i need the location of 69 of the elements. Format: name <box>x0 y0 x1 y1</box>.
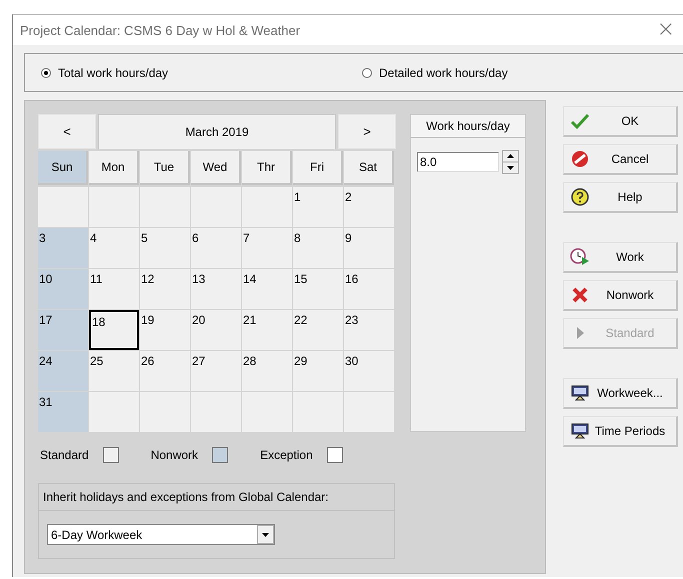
day-cell[interactable]: 14 <box>242 269 292 309</box>
day-cell[interactable]: 4 <box>89 228 139 268</box>
radio-icon[interactable] <box>41 68 51 78</box>
day-cell[interactable]: 11 <box>89 269 139 309</box>
weekday-header: Wed <box>191 151 241 185</box>
day-cell[interactable]: 15 <box>293 269 343 309</box>
day-cell[interactable]: 3 <box>38 228 88 268</box>
weekday-header: Sat <box>344 151 394 185</box>
day-cell[interactable]: 19 <box>140 310 190 350</box>
weekday-header: Fri <box>293 151 343 185</box>
day-cell[interactable]: 29 <box>293 351 343 391</box>
global-calendar-dropdown[interactable]: 6-Day Workweek <box>47 524 275 545</box>
day-cell[interactable]: 6 <box>191 228 241 268</box>
day-cell[interactable]: 13 <box>191 269 241 309</box>
work-hours-heading: Work hours/day <box>411 115 525 138</box>
inherit-label: Inherit holidays and exceptions from Global Calendar: <box>39 484 394 511</box>
radio-icon[interactable] <box>362 68 372 78</box>
cross-icon <box>570 286 590 304</box>
radio-option[interactable]: Detailed work hours/day <box>362 66 683 80</box>
day-cell[interactable]: 26 <box>140 351 190 391</box>
day-cell[interactable]: 5 <box>140 228 190 268</box>
day-cell[interactable]: 21 <box>242 310 292 350</box>
close-button[interactable]: × <box>652 20 679 40</box>
weekday-header: Thr <box>242 151 292 185</box>
day-cell[interactable]: 30 <box>344 351 394 391</box>
day-cell[interactable]: 17 <box>38 310 88 350</box>
day-cell[interactable]: 1 <box>293 187 343 227</box>
day-cell[interactable]: 9 <box>344 228 394 268</box>
spin-buttons-icon[interactable] <box>502 150 519 174</box>
radio-option[interactable]: Total work hours/day <box>41 66 362 80</box>
day-cell[interactable]: 16 <box>344 269 394 309</box>
month-title: March 2019 <box>98 114 336 149</box>
legend-label: Nonwork <box>150 448 198 462</box>
day-cell[interactable]: 22 <box>293 310 343 350</box>
action-button[interactable]: Work <box>563 242 678 273</box>
action-button[interactable]: Help <box>563 182 678 213</box>
day-cell[interactable]: 27 <box>191 351 241 391</box>
window-title: Project Calendar: CSMS 6 Day w Hol & Weather <box>20 22 300 38</box>
action-button[interactable]: Cancel <box>563 144 678 175</box>
day-cell[interactable]: 18 <box>89 310 139 350</box>
day-cell[interactable]: 25 <box>89 351 139 391</box>
action-button[interactable]: Nonwork <box>563 280 678 311</box>
action-button[interactable]: Time Periods <box>563 416 678 447</box>
day-cell[interactable]: 28 <box>242 351 292 391</box>
day-cell[interactable]: 7 <box>242 228 292 268</box>
day-cell[interactable]: 31 <box>38 392 88 432</box>
legend-label: Standard <box>40 448 89 462</box>
day-cell[interactable]: 8 <box>293 228 343 268</box>
weekday-header: Tue <box>140 151 190 185</box>
monitor-icon <box>570 422 590 440</box>
monitor-icon <box>570 384 590 402</box>
day-cell[interactable]: 2 <box>344 187 394 227</box>
day-cell[interactable]: 23 <box>344 310 394 350</box>
weekday-header: Sun <box>38 151 88 185</box>
cancel-icon <box>570 150 590 168</box>
legend-label: Exception <box>260 448 313 462</box>
day-cell[interactable]: 20 <box>191 310 241 350</box>
weekday-header: Mon <box>89 151 139 185</box>
day-cell[interactable]: 24 <box>38 351 88 391</box>
help-icon <box>570 188 590 206</box>
work-hours-field[interactable]: 8.0 <box>417 152 499 172</box>
previous-month-button[interactable]: < <box>38 114 96 149</box>
action-button[interactable]: Workweek... <box>563 378 678 409</box>
day-cell[interactable]: 10 <box>38 269 88 309</box>
next-month-button[interactable]: > <box>338 114 396 149</box>
check-icon <box>570 112 590 130</box>
action-button[interactable]: OK <box>563 106 678 137</box>
clock-icon <box>570 248 590 266</box>
day-cell[interactable]: 12 <box>140 269 190 309</box>
